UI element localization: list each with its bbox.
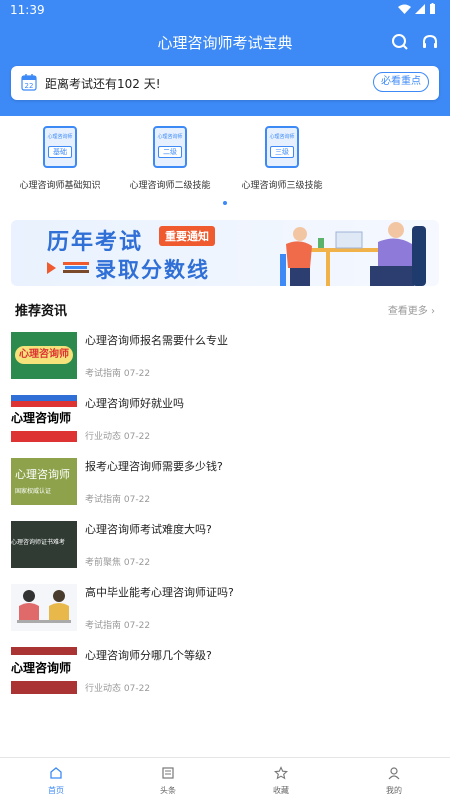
news-title: 高中毕业能考心理咨询师证吗? [85,586,234,599]
list-item[interactable]: 心理咨询师 国家权威认证 报考心理咨询师需要多少钱? 考试指南 07-22 [0,458,450,521]
see-more-link[interactable]: 查看更多 › [388,302,435,317]
books-icon [63,262,89,273]
score-banner[interactable]: 历年考试 重要通知 录取分数线 [11,220,439,286]
battery-icon [430,3,435,14]
banner-line1: 历年考试 [47,230,144,255]
category-label: 心理咨询师三级技能 [241,181,323,191]
banner-line2: 录取分数线 [95,258,210,282]
thumb-text: 心理咨询师 [15,468,70,481]
tab-label: 收藏 [273,786,289,795]
thumb-subtext: 国家权威认证 [15,488,52,495]
arrow-icon [47,262,56,274]
counseling-illustration [17,590,71,623]
news-meta: 考试指南 07-22 [85,618,150,631]
headset-icon[interactable] [420,32,440,52]
news-thumbnail: 心理咨询师 [11,647,77,694]
home-icon [50,767,62,779]
status-bar: 11:39 [0,0,450,20]
page-title: 心理咨询师考试宝典 [157,34,293,52]
signal-icon [415,3,425,14]
book-level: 三级 [270,146,294,158]
news-meta: 考试指南 07-22 [85,492,150,505]
book-series: 心理咨询师 [157,134,183,140]
thumb-text: 心理咨询师 [15,346,73,364]
news-title: 心理咨询师分哪几个等级? [85,649,212,662]
user-icon [388,767,400,780]
list-item[interactable]: 心理咨询师证书难考 心理咨询师考试难度大吗? 考前聚焦 07-22 [0,521,450,584]
interview-illustration [280,222,426,286]
list-item[interactable]: 心理咨询师 心理咨询师报名需要什么专业 考试指南 07-22 [0,332,450,395]
book-icon: 心理咨询师 基础 [43,126,77,168]
news-meta: 行业动态 07-22 [85,681,150,694]
news-title: 心理咨询师报名需要什么专业 [85,334,228,347]
news-meta: 行业动态 07-22 [85,429,150,442]
status-icons [398,3,436,14]
news-thumbnail [11,584,77,631]
tab-label: 头条 [160,786,176,795]
news-category: 行业动态 [85,432,122,442]
category-level-2[interactable]: 心理咨询师 二级 心理咨询师二级技能 [110,126,230,191]
news-thumbnail: 心理咨询师 [11,332,77,379]
news-date: 07-22 [123,684,151,694]
category-level-3[interactable]: 心理咨询师 三级 心理咨询师三级技能 [222,126,342,191]
category-basic[interactable]: 心理咨询师 基础 心理咨询师基础知识 [0,126,120,191]
category-grid: 心理咨询师 基础 心理咨询师基础知识 心理咨询师 二级 心理咨询师二级技能 心理… [0,118,450,208]
news-category: 考试指南 [85,495,122,505]
section-title: 推荐资讯 [15,304,68,319]
book-level: 基础 [48,146,72,158]
news-title: 心理咨询师考试难度大吗? [85,523,212,536]
book-series: 心理咨询师 [47,134,73,140]
calendar-icon: 22 [21,74,37,91]
list-item[interactable]: 高中毕业能考心理咨询师证吗? 考试指南 07-22 [0,584,450,647]
news-category: 考试指南 [85,369,122,379]
thumb-text: 心理咨询师 [11,661,72,675]
calendar-day: 22 [25,82,34,90]
news-category: 考前聚焦 [85,558,122,568]
book-level: 二级 [158,146,182,158]
recommend-section-header: 推荐资讯 查看更多 › [0,296,450,320]
category-label: 心理咨询师基础知识 [19,181,101,191]
news-thumbnail: 心理咨询师 国家权威认证 [11,458,77,505]
status-time: 11:39 [10,3,45,17]
news-category: 行业动态 [85,684,122,694]
title-bar: 心理咨询师考试宝典 [0,28,450,56]
book-icon: 心理咨询师 三级 [265,126,299,168]
must-see-button[interactable]: 必看重点 [373,72,429,92]
list-item[interactable]: 心理咨询师 心理咨询师好就业吗 行业动态 07-22 [0,395,450,458]
thumb-text: 心理咨询师 [11,411,72,425]
news-icon [162,767,174,779]
bottom-tab-bar: 首页 头条 收藏 我的 [0,757,450,800]
search-icon[interactable] [390,32,410,52]
app-header: 11:39 心理咨询师考试宝典 22 距离考试还有102 天! 必看重点 [0,0,450,116]
thumb-text: 心理咨询师证书难考 [11,539,66,546]
star-icon [274,766,288,780]
news-date: 07-22 [123,495,151,505]
news-meta: 考试指南 07-22 [85,366,150,379]
exam-countdown: 22 距离考试还有102 天! 必看重点 [11,66,439,100]
news-category: 考试指南 [85,621,122,631]
news-title: 心理咨询师好就业吗 [85,397,184,410]
news-title: 报考心理咨询师需要多少钱? [85,460,223,473]
news-thumbnail: 心理咨询师证书难考 [11,521,77,568]
news-date: 07-22 [123,432,151,442]
book-series: 心理咨询师 [269,134,295,140]
news-date: 07-22 [123,621,151,631]
tab-label: 首页 [48,786,64,795]
book-icon: 心理咨询师 二级 [153,126,187,168]
countdown-text: 距离考试还有102 天! [45,77,161,91]
tab-profile[interactable]: 我的 [338,766,450,796]
banner-tag: 重要通知 [159,226,215,246]
news-date: 07-22 [123,558,151,568]
news-meta: 考前聚焦 07-22 [85,555,150,568]
news-date: 07-22 [123,369,151,379]
tab-favorites[interactable]: 收藏 [225,766,337,796]
tab-news[interactable]: 头条 [112,766,224,796]
news-thumbnail: 心理咨询师 [11,395,77,442]
list-item[interactable]: 心理咨询师 心理咨询师分哪几个等级? 行业动态 07-22 [0,647,450,710]
wifi-icon [398,4,411,14]
tab-home[interactable]: 首页 [0,766,112,796]
tab-label: 我的 [386,786,402,795]
page-indicator [223,201,227,205]
category-label: 心理咨询师二级技能 [129,181,211,191]
